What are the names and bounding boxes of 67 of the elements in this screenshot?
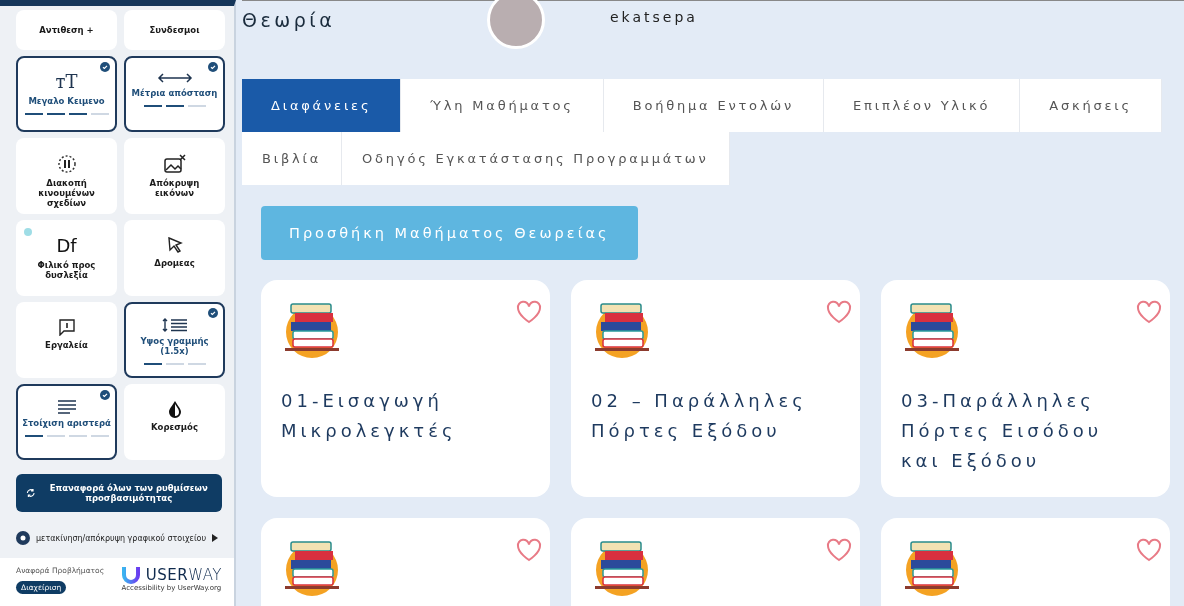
accessibility-option[interactable]: Στοίχιση αριστερά xyxy=(16,384,117,460)
move-widget-link[interactable]: μετακίνηση/απόκρυψη γραφικού στοιχείου xyxy=(36,533,207,543)
tab[interactable]: Ύλη Μαθήματος xyxy=(401,79,604,132)
reset-button[interactable]: Επαναφορά όλων των ρυθμίσεων προσβασιμότητας xyxy=(16,474,222,512)
speech-bubble-icon xyxy=(57,318,76,336)
accessibility-option[interactable]: Απόκρυψη εικόνων xyxy=(124,138,225,214)
lesson-card[interactable]: 01-Εισαγωγή Μικρολεγκτές xyxy=(261,280,550,497)
heart-icon[interactable] xyxy=(826,300,852,324)
avatar[interactable] xyxy=(487,0,545,49)
option-glyph: Df xyxy=(56,236,77,256)
heart-icon[interactable] xyxy=(516,538,542,562)
drop-icon xyxy=(167,400,182,418)
accessibility-option[interactable]: Εργαλεία xyxy=(16,302,117,378)
tab[interactable]: Βιβλία xyxy=(242,132,343,185)
lesson-card[interactable]: 03-Παράλληλες Πόρτες Εισόδου και Εξόδου xyxy=(881,280,1170,497)
lesson-title: 01-Εισαγωγή Μικρολεγκτές xyxy=(281,389,458,443)
check-icon xyxy=(208,62,218,72)
tab[interactable]: Επιπλέον Υλικό xyxy=(824,79,1021,132)
tab[interactable]: Οδηγός Εγκατάστασης Προγραμμάτων xyxy=(342,132,730,185)
option-label: Στοίχιση αριστερά xyxy=(22,418,111,428)
heart-icon[interactable] xyxy=(1136,538,1162,562)
check-icon xyxy=(100,62,110,72)
tab[interactable]: Διαφάνειες xyxy=(242,79,402,132)
page-title: Θεωρία xyxy=(242,9,337,31)
refresh-icon xyxy=(26,486,36,500)
accessibility-option[interactable]: Κορεσμός xyxy=(124,384,225,460)
accessibility-option[interactable]: Αντιθεση + xyxy=(16,10,117,50)
cursor-icon xyxy=(166,236,183,254)
image-crossed-icon xyxy=(163,154,186,174)
accessibility-option[interactable]: Υψος γραμμής (1.5x) xyxy=(124,302,225,378)
lesson-title: 02 – Παράλληλες Πόρτες Εξόδου xyxy=(591,389,808,443)
lesson-title: 03-Παράλληλες Πόρτες Εισόδου και Εξόδου xyxy=(901,389,1104,473)
userway-logo-icon xyxy=(120,566,141,584)
option-label: Αντιθεση + xyxy=(39,25,94,35)
option-label: Μεγαλο Κειμενο xyxy=(28,96,105,106)
option-glyph: тT xyxy=(55,72,78,92)
option-label: Κορεσμός xyxy=(151,422,198,432)
lesson-card[interactable]: 02 – Παράλληλες Πόρτες Εξόδου xyxy=(571,280,860,497)
heart-icon[interactable] xyxy=(516,300,542,324)
pause-icon xyxy=(56,154,77,174)
line-height-icon xyxy=(161,318,188,332)
accessibility-option[interactable]: Διακοπή κινουμένων σχεδίων xyxy=(16,138,117,214)
check-icon xyxy=(100,390,110,400)
heart-icon[interactable] xyxy=(826,538,852,562)
caret-icon xyxy=(212,534,219,542)
accessibility-option[interactable]: Συνδεσμοι xyxy=(124,10,225,50)
brand-name: USERWAY xyxy=(145,566,222,584)
spacing-arrows-icon xyxy=(156,72,193,84)
accessibility-option[interactable]: Μέτρια απόσταση xyxy=(124,56,225,132)
option-label: Υψος γραμμής (1.5x) xyxy=(139,336,210,356)
tab[interactable]: Ασκήσεις xyxy=(1020,79,1162,132)
option-label: Απόκρυψη εικόνων xyxy=(148,178,201,198)
accessibility-option[interactable]: тT Μεγαλο Κειμενο xyxy=(16,56,117,132)
option-label: Μέτρια απόσταση xyxy=(131,88,218,98)
accessibility-option[interactable]: Df Φιλικό προς δυσλεξία xyxy=(16,220,117,296)
check-icon xyxy=(208,308,218,318)
heart-icon[interactable] xyxy=(1136,300,1162,324)
option-label: Διακοπή κινουμένων σχεδίων xyxy=(37,178,96,208)
accessibility-option[interactable]: Δρομεας xyxy=(124,220,225,296)
option-label: Φιλικό προς δυσλεξία xyxy=(36,260,97,280)
option-label: Συνδεσμοι xyxy=(149,25,200,35)
option-label: Δρομεας xyxy=(154,258,195,268)
align-left-icon xyxy=(56,400,77,414)
tab[interactable]: Βοήθημα Εντολών xyxy=(603,79,825,132)
settings-icon xyxy=(16,531,30,545)
option-label: Εργαλεία xyxy=(45,340,88,350)
username: ekatsepa xyxy=(610,9,698,25)
